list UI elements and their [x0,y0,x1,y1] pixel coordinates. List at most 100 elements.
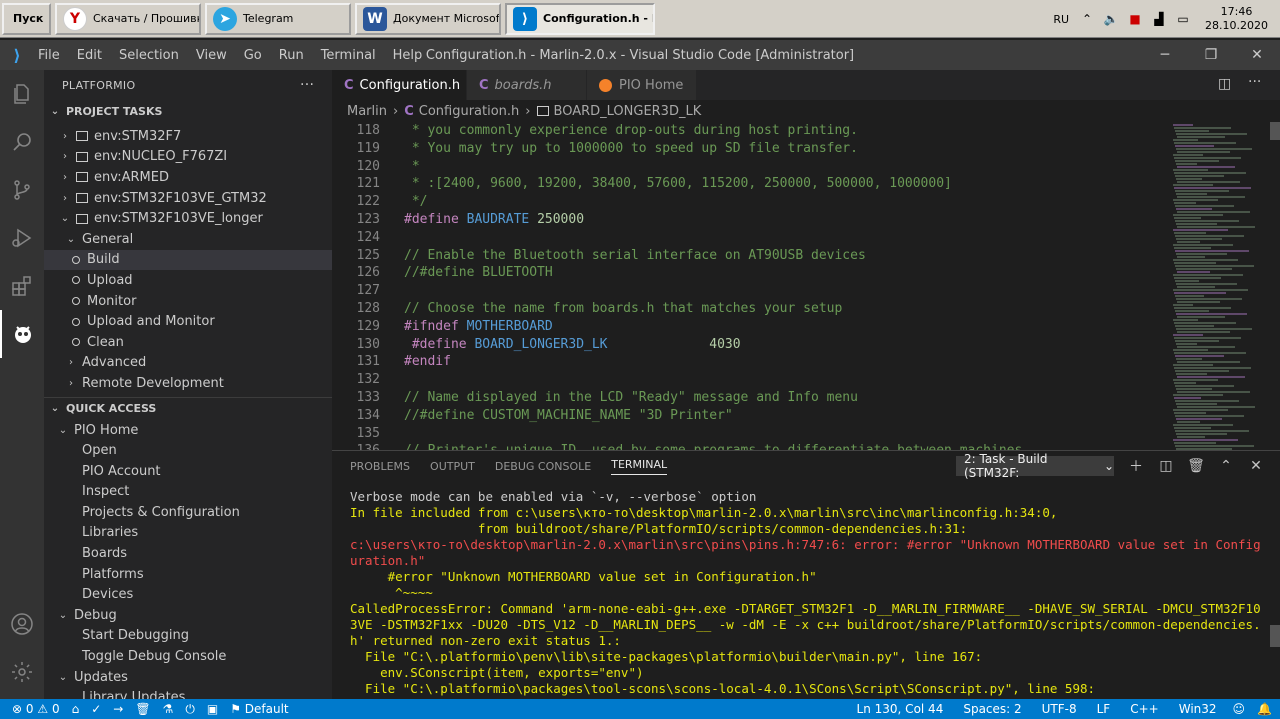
upload-arrow-icon[interactable]: → [113,702,123,716]
menu-go[interactable]: Go [244,48,262,63]
terminal-output[interactable]: Verbose mode can be enabled via `-v, --v… [350,489,1261,697]
taskbar-item-yandex[interactable]: Y Скачать / Прошивка... [55,2,201,35]
terminal-scroll-thumb[interactable] [1270,625,1280,647]
menu-view[interactable]: View [196,48,227,63]
code-line[interactable]: 120 * [332,158,1170,176]
code-line[interactable]: 133 // Name displayed in the LCD "Ready" … [332,389,1170,407]
code-line[interactable]: 135 [332,425,1170,443]
section-project-tasks[interactable]: ⌄ PROJECT TASKS [44,100,332,122]
code-line[interactable]: 126 //#define BLUETOOTH [332,264,1170,282]
panel-tab-problems[interactable]: PROBLEMS [350,460,410,473]
code-line[interactable]: 118 * you commonly experience drop-outs … [332,122,1170,140]
clock[interactable]: 17:46 28.10.2020 [1205,5,1268,33]
quick-pio-account[interactable]: PIO Account [44,461,332,482]
quick-start-debugging[interactable]: Start Debugging [44,626,332,647]
code-line[interactable]: 127 [332,282,1170,300]
menu-selection[interactable]: Selection [119,48,179,63]
quick-inspect[interactable]: Inspect [44,482,332,503]
code-line[interactable]: 131 #endif [332,353,1170,371]
quick-libraries[interactable]: Libraries [44,523,332,544]
tree-item-pio-home[interactable]: ⌄ PIO Home [44,420,332,441]
kill-terminal-icon[interactable]: 🗑 [1186,456,1206,476]
task-upload-monitor[interactable]: Upload and Monitor [44,311,332,332]
battery-icon[interactable]: ▭ [1175,11,1191,27]
quick-projects[interactable]: Projects & Configuration [44,502,332,523]
code-line[interactable]: 123 #define BAUDRATE 250000 [332,211,1170,229]
quick-open[interactable]: Open [44,440,332,461]
more-actions-icon[interactable]: ··· [1248,74,1261,90]
quick-toggle-debug-console[interactable]: Toggle Debug Console [44,646,332,667]
code-line[interactable]: 121 * :[2400, 9600, 19200, 38400, 57600,… [332,175,1170,193]
start-button[interactable]: Пуск [2,2,51,35]
maximize-icon[interactable]: ❐ [1188,40,1234,70]
task-clean[interactable]: Clean [44,332,332,353]
minimize-icon[interactable]: ─ [1142,40,1188,70]
platform[interactable]: Win32 [1179,702,1217,716]
tree-item-debug[interactable]: ⌄ Debug [44,605,332,626]
feedback-icon[interactable]: ☺ [1233,702,1246,716]
tree-item-remote[interactable]: › Remote Development [44,373,332,394]
code-line[interactable]: 128 // Choose the name from boards.h that… [332,300,1170,318]
menu-run[interactable]: Run [279,48,304,63]
quick-library-updates[interactable]: Library Updates [44,687,332,699]
panel-tab-output[interactable]: OUTPUT [430,460,475,473]
code-line[interactable]: 134 //#define CUSTOM_MACHINE_NAME "3D Pri… [332,407,1170,425]
breadcrumb-root[interactable]: Marlin [347,104,387,119]
tab-pio-home[interactable]: PIO Home [587,70,697,100]
build-check-icon[interactable]: ✓ [91,702,101,716]
tree-item-env-armed[interactable]: › env:ARMED [44,167,332,188]
run-debug-icon[interactable] [0,214,44,262]
indentation[interactable]: Spaces: 2 [963,702,1021,716]
tree-item-env-gtm32[interactable]: › env:STM32F103VE_GTM32 [44,188,332,209]
taskbar-item-vscode[interactable]: ⟩ Configuration.h - M... [505,2,655,35]
minimap[interactable] [1170,122,1268,453]
maximize-panel-icon[interactable]: ⌃ [1216,456,1236,476]
language-indicator[interactable]: RU [1053,13,1069,26]
taskbar-item-telegram[interactable]: ➤ Telegram [205,2,351,35]
task-build[interactable]: Build [44,249,332,271]
notifications-bell-icon[interactable]: 🔔 [1257,702,1272,716]
terminal-icon[interactable]: ▣ [207,702,218,716]
language-mode[interactable]: C++ [1130,702,1159,716]
source-control-icon[interactable] [0,166,44,214]
tree-item-general[interactable]: ⌄ General [44,229,332,250]
code-line[interactable]: 122 */ [332,193,1170,211]
tab-configuration-h[interactable]: C Configuration.h ✕ [332,70,479,100]
panel-tab-debug-console[interactable]: DEBUG CONSOLE [495,460,591,473]
account-icon[interactable] [0,600,44,648]
terminal-select[interactable]: 2: Task - Build (STM32F: ⌄ [956,452,1114,480]
new-terminal-icon[interactable]: ＋ [1126,456,1146,476]
menu-edit[interactable]: Edit [77,48,102,63]
task-monitor[interactable]: Monitor [44,291,332,312]
search-icon[interactable] [0,118,44,166]
close-panel-icon[interactable]: ✕ [1246,456,1266,476]
code-line[interactable]: 130 #define BOARD_LONGER3D_LK 4030 [332,336,1170,354]
tree-item-env-longer[interactable]: ⌄ env:STM32F103VE_longer [44,208,332,229]
code-editor[interactable]: 118 * you commonly experience drop-outs … [332,122,1170,450]
close-icon[interactable]: ✕ [1234,40,1280,70]
quick-platforms[interactable]: Platforms [44,564,332,585]
split-editor-icon[interactable]: ◫ [1218,76,1231,92]
platformio-icon[interactable] [0,310,44,358]
manage-gear-icon[interactable] [0,648,44,696]
breadcrumb-symbol[interactable]: BOARD_LONGER3D_LK [554,104,702,119]
security-icon[interactable]: ■ [1127,11,1143,27]
task-upload[interactable]: Upload [44,270,332,291]
code-line[interactable]: 129 #ifndef MOTHERBOARD [332,318,1170,336]
more-actions-icon[interactable]: ··· [300,77,314,93]
code-line[interactable]: 119 * You may try up to 1000000 to speed… [332,140,1170,158]
serial-monitor-icon[interactable]: ⏻ [185,702,195,717]
tree-item-env-nucleo[interactable]: › env:NUCLEO_F767ZI [44,147,332,168]
chevron-up-icon[interactable]: ⌃ [1079,11,1095,27]
quick-devices[interactable]: Devices [44,584,332,605]
split-terminal-icon[interactable]: ◫ [1156,456,1176,476]
menu-terminal[interactable]: Terminal [321,48,376,63]
code-line[interactable]: 136// Printer's unique ID, used by some … [332,442,1170,450]
network-icon[interactable]: ▟ [1151,11,1167,27]
editor-scrollbar[interactable] [1268,122,1280,450]
code-line[interactable]: 124 [332,229,1170,247]
env-switcher[interactable]: ⚑ Default [230,702,288,716]
line-ending[interactable]: LF [1097,702,1111,716]
problems-status[interactable]: ⊗ 0 ⚠ 0 [12,702,60,716]
editor-scroll-thumb[interactable] [1270,122,1280,140]
